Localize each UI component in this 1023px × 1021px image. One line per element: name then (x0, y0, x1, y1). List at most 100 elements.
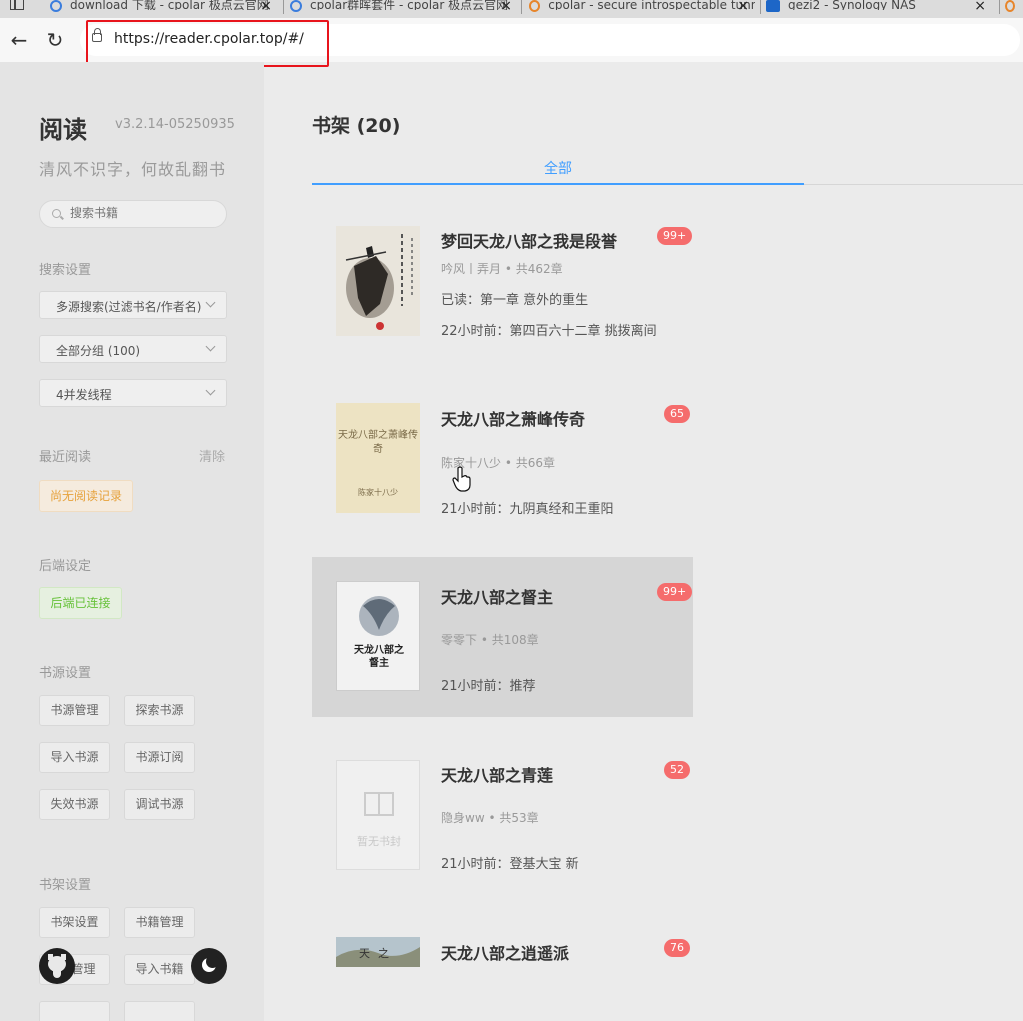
sidebar-button[interactable] (39, 1001, 110, 1021)
app-version: v3.2.14-05250935 (115, 117, 235, 132)
backend-status-tag[interactable]: 后端已连接 (39, 587, 122, 619)
book-title[interactable]: 天龙八部之青莲 (441, 762, 553, 786)
browser-tab-1[interactable]: download 下载 - cpolar 极点云官网 × (50, 0, 278, 18)
book-item[interactable]: 天龙八部之萧峰传奇 陈家十八少 天龙八部之萧峰传奇 65 陈家十八少 • 共66… (312, 378, 693, 538)
browser-tab-3[interactable]: cpolar - secure introspectable tunnels × (529, 0, 755, 18)
github-body (53, 970, 61, 978)
dark-mode-moon-icon[interactable] (191, 948, 227, 984)
import-source-button[interactable]: 导入书源 (39, 742, 110, 773)
recent-reading-title: 最近阅读 (39, 446, 91, 465)
select-value: 4并发线程 (56, 388, 112, 402)
book-item[interactable]: 暂无书封 天龙八部之青莲 52 隐身ww • 共53章 21小时前：登基大宝 新 (312, 735, 693, 895)
tab-all[interactable]: 全部 (544, 158, 572, 178)
close-icon[interactable]: × (260, 0, 272, 14)
synology-favicon-icon (766, 0, 780, 12)
chevron-down-icon (206, 298, 216, 308)
import-book-button[interactable]: 导入书籍 (124, 954, 195, 985)
cpolar-favicon-icon (50, 0, 62, 12)
book-title[interactable]: 梦回天龙八部之我是段誉 (441, 228, 617, 252)
book-cover[interactable]: 天龙八部之督主 (336, 581, 420, 691)
url-highlight-box (86, 20, 329, 67)
search-input[interactable] (70, 206, 220, 220)
explore-source-button[interactable]: 探索书源 (124, 695, 195, 726)
app-slogan: 清风不识字，何故乱翻书 (39, 156, 226, 180)
search-settings-title: 搜索设置 (39, 259, 91, 278)
close-icon[interactable]: × (974, 0, 986, 14)
github-icon[interactable] (39, 948, 75, 984)
search-source-select[interactable]: 多源搜索(过滤书名/作者名) (39, 291, 227, 319)
browser-tabstrip: download 下载 - cpolar 极点云官网 × cpolar群晖套件 … (0, 0, 1023, 18)
source-manage-button[interactable]: 书源管理 (39, 695, 110, 726)
book-cover[interactable] (336, 226, 420, 336)
tab-actions-icon[interactable] (10, 0, 24, 10)
browser-tab-title: download 下载 - cpolar 极点云官网 (70, 0, 269, 10)
invalid-source-button[interactable]: 失效书源 (39, 789, 110, 820)
tab-separator (283, 0, 284, 14)
select-value: 多源搜索(过滤书名/作者名) (56, 300, 201, 314)
book-cover[interactable]: 暂无书封 (336, 760, 420, 870)
book-item[interactable]: 梦回天龙八部之我是段誉 99+ 吟风丨弄月 • 共462章 已读：第一章 意外的… (312, 200, 693, 360)
book-placeholder-icon (337, 781, 420, 831)
sidebar: 阅读 v3.2.14-05250935 清风不识字，何故乱翻书 搜索设置 多源搜… (0, 62, 264, 1021)
browser-tab-4[interactable]: gezi2 - Synology NAS × (766, 0, 992, 18)
threads-select[interactable]: 4并发线程 (39, 379, 227, 407)
book-title[interactable]: 天龙八部之逍遥派 (441, 940, 569, 964)
subscribe-source-button[interactable]: 书源订阅 (124, 742, 195, 773)
search-box[interactable] (39, 200, 227, 228)
book-meta: 隐身ww • 共53章 (441, 809, 539, 826)
cpolar-favicon-icon (1005, 0, 1015, 12)
book-item[interactable]: 天龙八部之督主 天龙八部之督主 99+ 零零下 • 共108章 21小时前：推荐 (312, 557, 693, 717)
debug-source-button[interactable]: 调试书源 (124, 789, 195, 820)
cpolar-favicon-icon (290, 0, 302, 12)
book-meta: 吟风丨弄月 • 共462章 (441, 260, 563, 277)
tab-separator (999, 0, 1000, 14)
cover-title: 暂无书封 (337, 833, 420, 849)
shelf-settings-button[interactable]: 书架设置 (39, 907, 110, 938)
cover-title: 天之 (336, 945, 420, 961)
cpolar-favicon-icon (529, 0, 540, 12)
close-icon[interactable]: × (737, 0, 749, 14)
close-icon[interactable]: × (500, 0, 512, 14)
page-title: 书架 (20) (312, 111, 400, 138)
cover-title: 天龙八部之萧峰传奇 (336, 429, 420, 457)
book-title[interactable]: 天龙八部之督主 (441, 584, 553, 608)
browser-tab-title: cpolar群晖套件 - cpolar 极点云官网 (310, 0, 508, 10)
browser-tab-5[interactable] (1005, 0, 1023, 18)
app-title: 阅读 (39, 110, 87, 145)
book-cover[interactable]: 天龙八部之萧峰传奇 陈家十八少 (336, 403, 420, 513)
reload-icon[interactable]: ↻ (41, 26, 69, 54)
unread-badge: 99+ (657, 583, 692, 601)
chevron-down-icon (206, 342, 216, 352)
backend-settings-title: 后端设定 (39, 555, 91, 574)
book-meta: 零零下 • 共108章 (441, 631, 539, 648)
book-latest-chapter: 21小时前：登基大宝 新 (441, 853, 579, 872)
book-item[interactable]: 天之 天龙八部之逍遥派 76 (312, 913, 693, 1021)
tab-active-indicator (312, 183, 804, 185)
book-cover[interactable]: 天之 (336, 937, 420, 967)
tab-separator (521, 0, 522, 14)
book-latest-chapter: 21小时前：推荐 (441, 675, 536, 694)
group-select[interactable]: 全部分组 (100) (39, 335, 227, 363)
clear-history-button[interactable]: 清除 (199, 446, 225, 465)
hand-cursor-icon (452, 466, 472, 492)
unread-badge: 65 (664, 405, 690, 423)
unread-badge: 52 (664, 761, 690, 779)
browser-tab-title: cpolar - secure introspectable tunnels (548, 0, 755, 10)
book-cover-art (336, 226, 420, 336)
book-manage-button[interactable]: 书籍管理 (124, 907, 195, 938)
unread-badge: 99+ (657, 227, 692, 245)
back-icon[interactable]: ← (5, 26, 33, 54)
sidebar-button[interactable] (124, 1001, 195, 1021)
book-latest-chapter: 21小时前：九阴真经和王重阳 (441, 498, 614, 517)
shelf-settings-title: 书架设置 (39, 874, 91, 893)
unread-badge: 76 (664, 939, 690, 957)
browser-tab-2[interactable]: cpolar群晖套件 - cpolar 极点云官网 × (290, 0, 518, 18)
book-read-progress: 已读：第一章 意外的重生 (441, 289, 588, 308)
cover-author: 陈家十八少 (336, 487, 420, 498)
cover-title: 天龙八部之督主 (337, 644, 420, 670)
no-history-tag: 尚无阅读记录 (39, 480, 133, 512)
browser-tab-title: gezi2 - Synology NAS (788, 0, 916, 10)
browser-toolbar: ← ↻ https://reader.cpolar.top/#/ (0, 18, 1023, 62)
book-title[interactable]: 天龙八部之萧峰传奇 (441, 406, 585, 430)
tab-separator (760, 0, 761, 14)
